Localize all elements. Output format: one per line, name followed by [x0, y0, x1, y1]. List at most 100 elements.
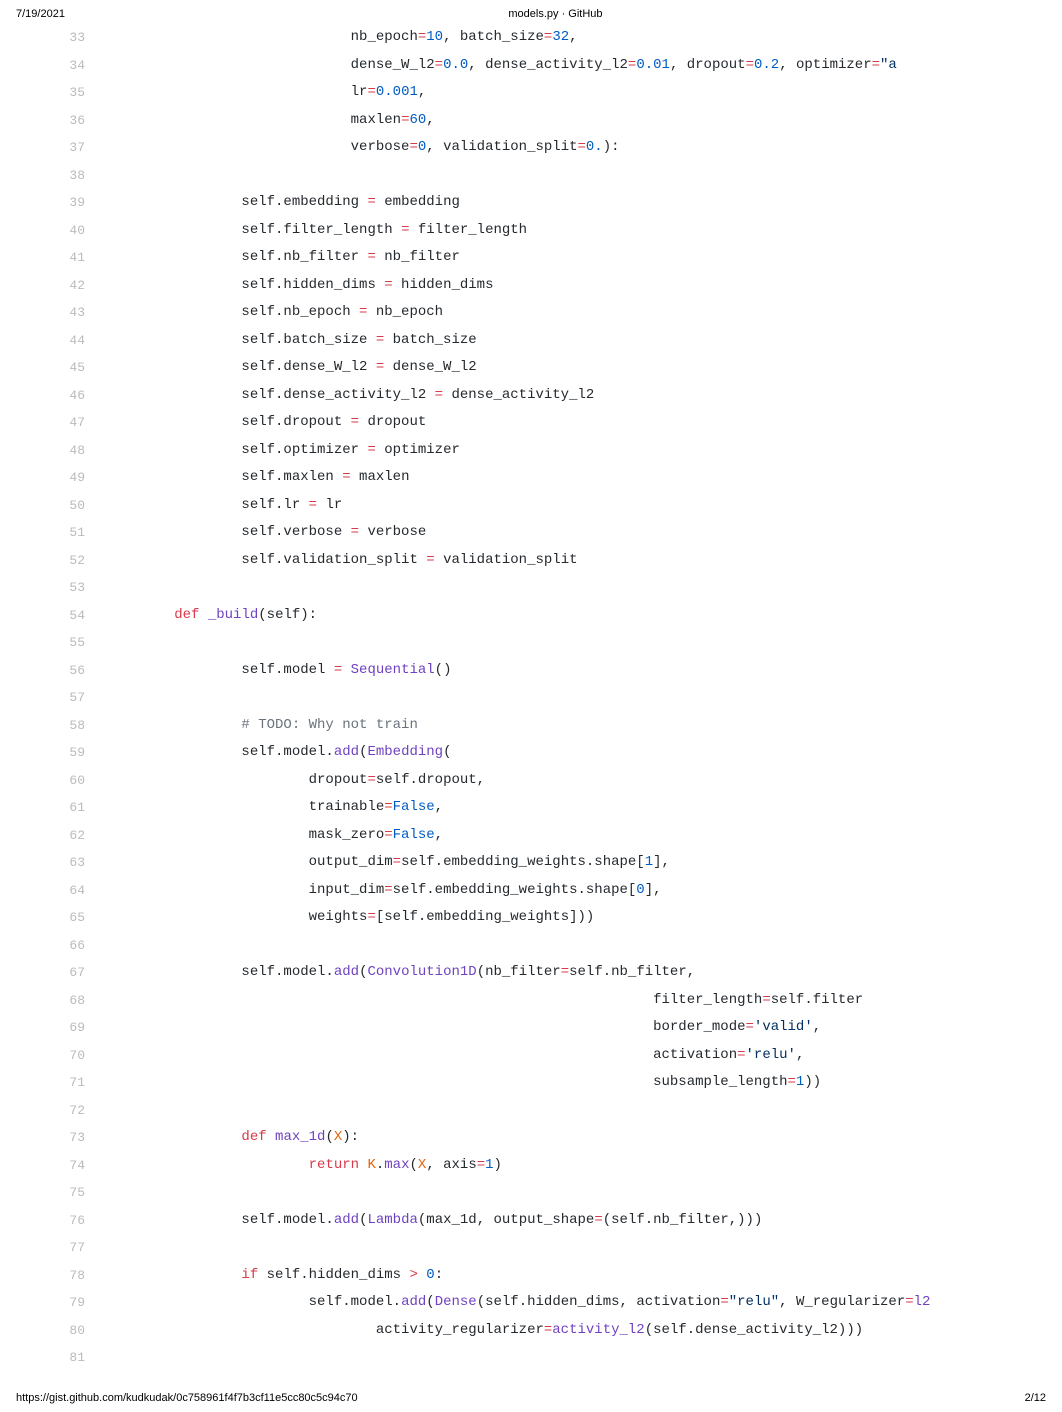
code-line: 72 [40, 1097, 1062, 1125]
code-line: 35 lr=0.001, [40, 79, 1062, 107]
code-content: lr=0.001, [107, 79, 1062, 107]
code-line: 79 self.model.add(Dense(self.hidden_dims… [40, 1289, 1062, 1317]
line-number: 70 [40, 1042, 107, 1070]
line-number: 78 [40, 1262, 107, 1290]
line-number: 63 [40, 849, 107, 877]
line-number: 52 [40, 547, 107, 575]
code-content: nb_epoch=10, batch_size=32, [107, 24, 1062, 52]
line-number: 42 [40, 272, 107, 300]
code-content: def _build(self): [107, 602, 1062, 630]
code-line: 46 self.dense_activity_l2 = dense_activi… [40, 382, 1062, 410]
code-line: 66 [40, 932, 1062, 960]
line-number: 74 [40, 1152, 107, 1180]
page-footer: https://gist.github.com/kudkudak/0c75896… [0, 1372, 1062, 1412]
code-line: 80 activity_regularizer=activity_l2(self… [40, 1317, 1062, 1345]
code-line: 39 self.embedding = embedding [40, 189, 1062, 217]
line-number: 54 [40, 602, 107, 630]
line-number: 79 [40, 1289, 107, 1317]
line-number: 41 [40, 244, 107, 272]
code-content: self.nb_filter = nb_filter [107, 244, 1062, 272]
line-number: 64 [40, 877, 107, 905]
line-number: 35 [40, 79, 107, 107]
line-number: 51 [40, 519, 107, 547]
code-content: self.hidden_dims = hidden_dims [107, 272, 1062, 300]
code-block: 33 nb_epoch=10, batch_size=32,34 dense_W… [0, 24, 1062, 1372]
line-number: 62 [40, 822, 107, 850]
code-line: 67 self.model.add(Convolution1D(nb_filte… [40, 959, 1062, 987]
line-number: 73 [40, 1124, 107, 1152]
code-line: 73 def max_1d(X): [40, 1124, 1062, 1152]
code-line: 51 self.verbose = verbose [40, 519, 1062, 547]
code-content: subsample_length=1)) [107, 1069, 1062, 1097]
code-line: 36 maxlen=60, [40, 107, 1062, 135]
code-content: self.nb_epoch = nb_epoch [107, 299, 1062, 327]
code-line: 58 # TODO: Why not train [40, 712, 1062, 740]
line-number: 37 [40, 134, 107, 162]
code-content: self.optimizer = optimizer [107, 437, 1062, 465]
line-number: 60 [40, 767, 107, 795]
code-content: verbose=0, validation_split=0.): [107, 134, 1062, 162]
code-content: self.embedding = embedding [107, 189, 1062, 217]
line-number: 69 [40, 1014, 107, 1042]
line-number: 33 [40, 24, 107, 52]
line-number: 55 [40, 629, 107, 657]
code-content: self.maxlen = maxlen [107, 464, 1062, 492]
code-line: 63 output_dim=self.embedding_weights.sha… [40, 849, 1062, 877]
line-number: 46 [40, 382, 107, 410]
code-line: 71 subsample_length=1)) [40, 1069, 1062, 1097]
code-line: 75 [40, 1179, 1062, 1207]
line-number: 38 [40, 162, 107, 190]
code-content: self.dense_activity_l2 = dense_activity_… [107, 382, 1062, 410]
code-content: dense_W_l2=0.0, dense_activity_l2=0.01, … [107, 52, 1062, 80]
line-number: 59 [40, 739, 107, 767]
line-number: 47 [40, 409, 107, 437]
line-number: 65 [40, 904, 107, 932]
code-line: 59 self.model.add(Embedding( [40, 739, 1062, 767]
line-number: 44 [40, 327, 107, 355]
line-number: 48 [40, 437, 107, 465]
code-line: 42 self.hidden_dims = hidden_dims [40, 272, 1062, 300]
code-line: 33 nb_epoch=10, batch_size=32, [40, 24, 1062, 52]
code-content: self.validation_split = validation_split [107, 547, 1062, 575]
line-number: 56 [40, 657, 107, 685]
code-content: maxlen=60, [107, 107, 1062, 135]
code-line: 69 border_mode='valid', [40, 1014, 1062, 1042]
code-line: 38 [40, 162, 1062, 190]
code-content: self.model.add(Convolution1D(nb_filter=s… [107, 959, 1062, 987]
code-content: self.dropout = dropout [107, 409, 1062, 437]
code-content: # TODO: Why not train [107, 712, 1062, 740]
line-number: 53 [40, 574, 107, 602]
code-content: border_mode='valid', [107, 1014, 1062, 1042]
code-line: 56 self.model = Sequential() [40, 657, 1062, 685]
code-line: 41 self.nb_filter = nb_filter [40, 244, 1062, 272]
code-line: 74 return K.max(X, axis=1) [40, 1152, 1062, 1180]
line-number: 66 [40, 932, 107, 960]
line-number: 40 [40, 217, 107, 245]
code-line: 43 self.nb_epoch = nb_epoch [40, 299, 1062, 327]
code-line: 60 dropout=self.dropout, [40, 767, 1062, 795]
code-line: 40 self.filter_length = filter_length [40, 217, 1062, 245]
code-content: return K.max(X, axis=1) [107, 1152, 1062, 1180]
header-title: models.py · GitHub [65, 8, 1046, 20]
code-line: 68 filter_length=self.filter [40, 987, 1062, 1015]
code-content: if self.hidden_dims > 0: [107, 1262, 1062, 1290]
line-number: 57 [40, 684, 107, 712]
code-line: 62 mask_zero=False, [40, 822, 1062, 850]
code-line: 48 self.optimizer = optimizer [40, 437, 1062, 465]
line-number: 61 [40, 794, 107, 822]
code-line: 47 self.dropout = dropout [40, 409, 1062, 437]
code-content: mask_zero=False, [107, 822, 1062, 850]
line-number: 67 [40, 959, 107, 987]
code-line: 76 self.model.add(Lambda(max_1d, output_… [40, 1207, 1062, 1235]
code-content: self.filter_length = filter_length [107, 217, 1062, 245]
code-content: self.model.add(Embedding( [107, 739, 1062, 767]
code-content: self.model = Sequential() [107, 657, 1062, 685]
code-line: 52 self.validation_split = validation_sp… [40, 547, 1062, 575]
code-line: 37 verbose=0, validation_split=0.): [40, 134, 1062, 162]
line-number: 72 [40, 1097, 107, 1125]
line-number: 49 [40, 464, 107, 492]
code-line: 45 self.dense_W_l2 = dense_W_l2 [40, 354, 1062, 382]
code-content: dropout=self.dropout, [107, 767, 1062, 795]
header-date: 7/19/2021 [16, 8, 65, 20]
code-content: trainable=False, [107, 794, 1062, 822]
